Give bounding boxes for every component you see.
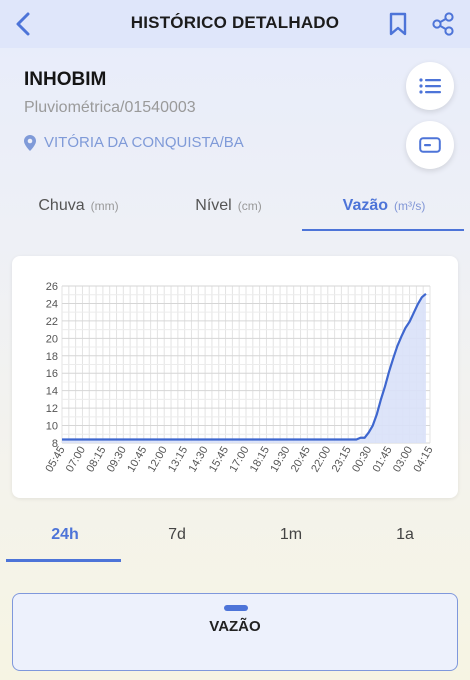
y-tick-label: 24 — [46, 298, 58, 310]
period-selector: 24h 7d 1m 1a — [0, 510, 470, 562]
period-1m[interactable]: 1m — [236, 510, 346, 560]
x-tick-label: 14:30 — [187, 445, 211, 475]
x-tick-label: 03:00 — [391, 445, 415, 475]
station-location-label: VITÓRIA DA CONQUISTA/BA — [44, 134, 244, 151]
drag-handle[interactable] — [224, 605, 248, 611]
period-1a[interactable]: 1a — [350, 510, 460, 560]
tab-nivel-label: Nível — [195, 197, 232, 214]
station-code: Pluviométrica/01540003 — [24, 99, 196, 116]
x-tick-label: 01:45 — [371, 445, 395, 475]
location-pin-icon — [24, 134, 36, 151]
station-location[interactable]: VITÓRIA DA CONQUISTA/BA — [24, 134, 244, 151]
x-tick-label: 19:30 — [268, 445, 292, 475]
tab-chuva[interactable]: Chuva (mm) — [0, 180, 157, 232]
flow-chart: 810121416182022242605:4507:0008:1509:301… — [43, 281, 435, 475]
y-tick-label: 10 — [46, 421, 58, 433]
x-tick-label: 09:30 — [105, 445, 129, 475]
x-tick-label: 08:15 — [84, 445, 108, 475]
tab-active-indicator — [302, 229, 464, 231]
tab-chuva-unit: (mm) — [90, 199, 119, 213]
bottom-sheet-title: VAZÃO — [209, 618, 261, 635]
period-active-indicator — [6, 559, 121, 562]
share-icon[interactable] — [430, 11, 456, 37]
station-name: INHOBIM — [24, 69, 107, 90]
y-tick-label: 14 — [46, 386, 58, 398]
y-tick-label: 18 — [46, 351, 58, 363]
y-tick-label: 22 — [46, 316, 58, 328]
tab-vazao[interactable]: Vazão (m³/s) — [300, 180, 468, 232]
y-tick-label: 16 — [46, 368, 58, 380]
list-button[interactable] — [406, 62, 454, 110]
x-tick-label: 12:00 — [146, 445, 170, 475]
y-tick-label: 26 — [46, 281, 58, 293]
x-tick-label: 13:15 — [166, 445, 190, 475]
x-tick-label: 20:45 — [289, 445, 313, 475]
period-24h[interactable]: 24h — [10, 510, 120, 560]
y-tick-label: 12 — [46, 403, 58, 415]
bottom-sheet[interactable]: VAZÃO — [12, 593, 458, 671]
x-tick-label: 10:45 — [125, 445, 149, 475]
x-tick-label: 17:00 — [227, 445, 251, 475]
card-icon — [419, 137, 441, 153]
top-app-bar: HISTÓRICO DETALHADO — [0, 0, 470, 48]
tab-chuva-label: Chuva — [38, 197, 85, 214]
tab-nivel[interactable]: Nível (cm) — [150, 180, 307, 232]
x-tick-label: 04:15 — [411, 445, 435, 475]
chart-card: 8 10 12 14 16 18 20 22 24 26 05:45 07:00 08:15 09:30 1… — [12, 256, 458, 498]
period-7d[interactable]: 7d — [122, 510, 232, 560]
list-icon — [419, 78, 441, 94]
tab-vazao-label: Vazão — [342, 197, 389, 214]
y-tick-label: 20 — [46, 333, 58, 345]
variable-tabs: Chuva (mm) Nível (cm) Vazão (m³/s) — [0, 180, 470, 232]
tab-vazao-unit: (m³/s) — [394, 199, 426, 213]
x-tick-label: 18:15 — [248, 445, 272, 475]
x-tick-label: 15:45 — [207, 445, 231, 475]
x-tick-label: 05:45 — [43, 445, 67, 475]
tab-nivel-unit: (cm) — [237, 199, 262, 213]
x-tick-label: 22:00 — [309, 445, 333, 475]
card-view-button[interactable] — [406, 121, 454, 169]
x-tick-label: 07:00 — [64, 445, 88, 475]
bookmark-icon[interactable] — [386, 11, 410, 37]
x-tick-label: 00:30 — [350, 445, 374, 475]
x-tick-label: 23:15 — [330, 445, 354, 475]
